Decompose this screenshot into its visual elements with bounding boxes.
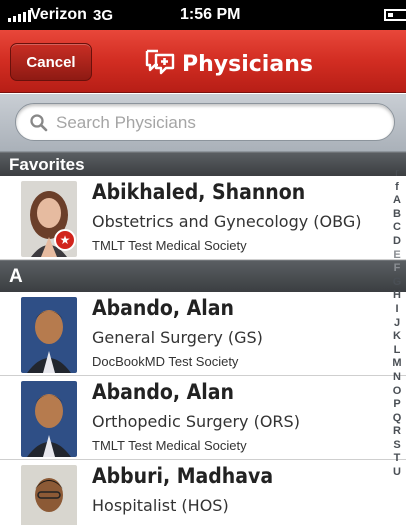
list-item[interactable]: Abando, Alan Orthopedic Surgery (ORS) TM… [0, 376, 406, 460]
index-letter[interactable]: C [393, 221, 401, 235]
section-header-a: A [0, 260, 406, 292]
index-letter[interactable]: B [393, 208, 401, 222]
physician-society: TMLT Test Medical Society [92, 238, 247, 253]
physician-name: Abburi, Madhava [92, 464, 274, 488]
index-letter[interactable]: F [394, 262, 401, 276]
index-letter[interactable]: A [393, 194, 401, 208]
physician-specialty: General Surgery (GS) [92, 328, 263, 347]
index-letter[interactable]: J [394, 317, 400, 331]
list-item[interactable]: Abburi, Madhava Hospitalist (HOS) [0, 460, 406, 525]
list-item[interactable]: Abando, Alan General Surgery (GS) DocBoo… [0, 292, 406, 376]
physician-society: DocBookMD Test Society [92, 354, 239, 369]
index-letter[interactable]: L [394, 344, 401, 358]
status-bar: Verizon 3G 1:56 PM [0, 0, 406, 30]
index-letter[interactable]: H [393, 289, 401, 303]
index-letter[interactable]: E [393, 249, 400, 263]
search-input[interactable]: Search Physicians [15, 103, 395, 141]
index-letter[interactable]: r [395, 167, 399, 181]
physician-specialty: Orthopedic Surgery (ORS) [92, 412, 300, 431]
avatar [21, 297, 77, 373]
physician-name: Abando, Alan [92, 380, 234, 404]
signal-strength-icon [8, 10, 31, 22]
search-placeholder: Search Physicians [56, 113, 196, 132]
section-header-favorites: Favorites [0, 152, 406, 176]
page-title-text: Physicians [182, 52, 313, 77]
network-type-label: 3G [93, 7, 114, 24]
index-letter[interactable]: I [395, 303, 398, 317]
index-letter[interactable]: M [392, 357, 401, 371]
physician-name: Abikhaled, Shannon [92, 180, 306, 204]
physician-name: Abando, Alan [92, 296, 234, 320]
page-title: Physicians [142, 48, 313, 81]
chat-cross-icon [142, 48, 176, 81]
cancel-button[interactable]: Cancel [10, 43, 92, 81]
search-icon [30, 114, 48, 132]
battery-icon [384, 9, 406, 21]
avatar [21, 465, 77, 525]
index-letter[interactable]: O [393, 385, 402, 399]
index-letter[interactable]: G [393, 276, 402, 290]
index-letter[interactable]: N [393, 371, 401, 385]
search-bar: Search Physicians [0, 94, 406, 152]
index-letter[interactable]: S [393, 439, 400, 453]
status-time: 1:56 PM [180, 6, 241, 23]
index-letter[interactable]: f [395, 181, 399, 195]
physician-specialty: Hospitalist (HOS) [92, 496, 229, 515]
favorite-star-icon: ★ [54, 229, 76, 251]
list-item[interactable]: ★ Abikhaled, Shannon Obstetrics and Gyne… [0, 176, 406, 260]
index-letter[interactable]: R [393, 425, 401, 439]
index-letter[interactable]: T [394, 452, 401, 466]
index-letter[interactable]: D [393, 235, 401, 249]
index-letter[interactable]: P [393, 398, 400, 412]
physician-specialty: Obstetrics and Gynecology (OBG) [92, 212, 362, 231]
section-index-bar[interactable]: rfABCDEFGHIJKLMNOPQRSTU [388, 167, 406, 525]
avatar [21, 381, 77, 457]
index-letter[interactable]: K [393, 330, 401, 344]
navigation-bar: Cancel Physicians [0, 30, 406, 93]
index-letter[interactable]: Q [393, 412, 402, 426]
index-letter[interactable]: U [393, 466, 401, 480]
carrier-label: Verizon [30, 6, 87, 23]
physician-society: TMLT Test Medical Society [92, 438, 247, 453]
